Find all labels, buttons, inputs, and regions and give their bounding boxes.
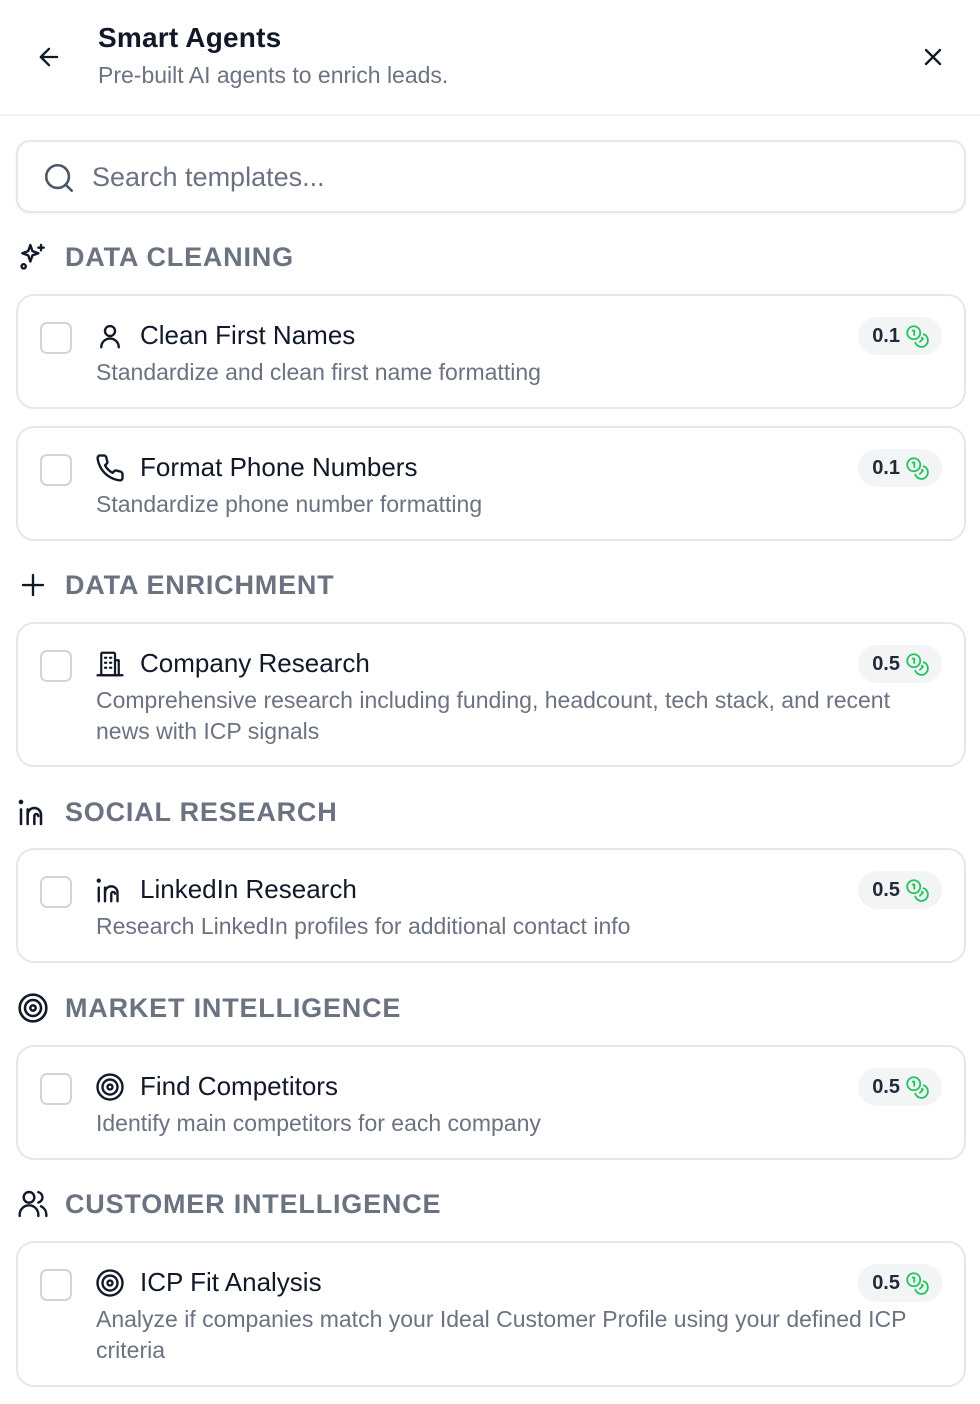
close-icon [924,48,942,66]
cost-badge: 0.5 [858,645,942,683]
cost-value: 0.5 [872,878,900,901]
agent-checkbox[interactable] [40,1269,72,1301]
agent-card-linkedin-research[interactable]: LinkedIn Research Research LinkedIn prof… [16,848,966,963]
section-header-social-research: SOCIAL RESEARCH [16,792,337,832]
coins-icon [906,653,929,676]
agent-description: Standardize phone number formatting [96,491,483,517]
agent-description: Research LinkedIn profiles for additiona… [96,913,631,939]
agent-checkbox[interactable] [40,454,72,486]
user-icon [94,320,126,352]
cost-badge: 0.5 [858,871,942,909]
agent-checkbox[interactable] [40,1073,72,1105]
agent-title: Clean First Names [140,320,356,350]
agent-title: LinkedIn Research [140,874,357,904]
cost-value: 0.5 [872,1271,900,1294]
agent-description: Analyze if companies match your Ideal Cu… [96,1306,907,1363]
section-header-market-intelligence: MARKET INTELLIGENCE [16,988,400,1028]
section-header-data-cleaning: DATA CLEANING [16,237,293,277]
cost-badge: 0.1 [858,449,942,487]
coins-icon [906,325,929,348]
agent-checkbox[interactable] [40,876,72,908]
agent-description: Identify main competitors for each compa… [96,1110,541,1136]
agent-title: Company Research [140,648,370,678]
section-header-data-enrichment: DATA ENRICHMENT [16,565,334,605]
search-box [16,140,966,213]
section-title: DATA CLEANING [65,241,294,272]
section-title: SOCIAL RESEARCH [65,796,338,827]
section-header-customer-intelligence: CUSTOMER INTELLIGENCE [16,1184,441,1224]
linkedin-icon [16,795,50,829]
agent-checkbox[interactable] [40,322,72,354]
target-icon [16,991,50,1025]
panel-title: Smart Agents [98,22,282,53]
agent-title: Find Competitors [140,1071,338,1101]
agent-card-clean-first-names[interactable]: Clean First Names Standardize and clean … [16,294,966,409]
coins-icon [906,1076,929,1099]
agent-description: Standardize and clean first name formatt… [96,359,541,385]
users-icon [16,1187,50,1221]
cost-value: 0.5 [872,1075,900,1098]
search-icon [44,163,74,193]
sparkles-icon [16,240,50,274]
arrow-left-icon [39,47,59,67]
cost-value: 0.1 [872,456,900,479]
agent-title: ICP Fit Analysis [140,1267,322,1297]
section-title: CUSTOMER INTELLIGENCE [65,1188,442,1219]
panel-header: Smart Agents Pre-built AI agents to enri… [0,0,980,116]
coins-icon [906,879,929,902]
agent-checkbox[interactable] [40,650,72,682]
agent-card-format-phone-numbers[interactable]: Format Phone Numbers Standardize phone n… [16,426,966,541]
plus-icon [16,568,50,602]
close-button[interactable] [914,38,952,76]
agent-description: Comprehensive research including funding… [96,687,890,744]
cost-value: 0.5 [872,652,900,675]
agent-card-company-research[interactable]: Company Research Comprehensive research … [16,622,966,767]
linkedin-icon [94,874,126,906]
search-input[interactable] [92,156,942,198]
section-title: MARKET INTELLIGENCE [65,992,402,1023]
building-icon [94,648,126,680]
cost-badge: 0.5 [858,1264,942,1302]
back-button[interactable] [30,38,68,76]
panel-subtitle: Pre-built AI agents to enrich leads. [98,62,449,88]
coins-icon [906,1272,929,1295]
target-icon [94,1267,126,1299]
agent-card-find-competitors[interactable]: Find Competitors Identify main competito… [16,1045,966,1160]
phone-icon [94,452,126,484]
section-title: DATA ENRICHMENT [65,569,335,600]
cost-value: 0.1 [872,324,900,347]
cost-badge: 0.1 [858,317,942,355]
agent-card-icp-fit-analysis[interactable]: ICP Fit Analysis Analyze if companies ma… [16,1241,966,1387]
coins-icon [906,457,929,480]
target-icon [94,1071,126,1103]
cost-badge: 0.5 [858,1068,942,1106]
agent-title: Format Phone Numbers [140,452,418,482]
